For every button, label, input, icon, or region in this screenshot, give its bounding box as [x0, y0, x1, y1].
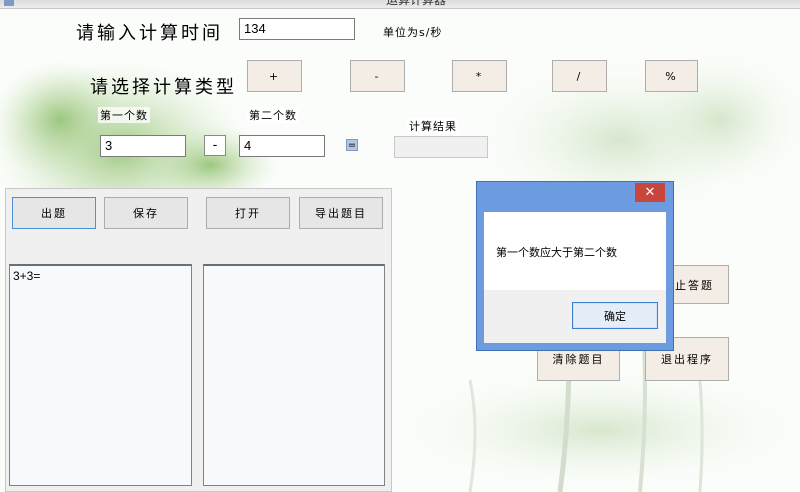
- multiply-button[interactable]: *: [452, 60, 507, 92]
- time-label: 请输入计算时间: [76, 23, 223, 44]
- divide-button[interactable]: /: [552, 60, 607, 92]
- time-input[interactable]: 134: [239, 18, 355, 40]
- title-bar[interactable]: 运算计算器: [0, 0, 800, 9]
- dialog-close-button[interactable]: ✕: [635, 183, 665, 202]
- dialog-footer: 确定: [484, 290, 666, 343]
- subtract-button[interactable]: -: [350, 60, 405, 92]
- equals-button[interactable]: =: [346, 139, 358, 151]
- close-icon: ✕: [644, 185, 656, 200]
- questions-list[interactable]: 3+3=: [9, 264, 192, 486]
- operator-display[interactable]: -: [204, 135, 226, 156]
- open-button[interactable]: 打开: [206, 197, 290, 229]
- time-unit-label: 单位为s/秒: [383, 26, 443, 39]
- export-questions-button[interactable]: 导出题目: [299, 197, 383, 229]
- save-button[interactable]: 保存: [104, 197, 188, 229]
- message-dialog: ✕ 第一个数应大于第二个数 确定: [476, 181, 674, 351]
- first-number-label: 第一个数: [98, 107, 150, 123]
- dialog-body: 第一个数应大于第二个数 确定: [484, 212, 666, 343]
- second-number-input[interactable]: 4: [239, 135, 325, 157]
- app-icon: [4, 0, 14, 6]
- result-output: [394, 136, 488, 158]
- window-title: 运算计算器: [386, 0, 447, 7]
- add-button[interactable]: +: [247, 60, 302, 92]
- generate-question-button[interactable]: 出题: [12, 197, 96, 229]
- result-label: 计算结果: [407, 118, 459, 134]
- modulo-button[interactable]: %: [645, 60, 698, 92]
- first-number-input[interactable]: 3: [100, 135, 186, 157]
- op-type-label: 请选择计算类型: [90, 77, 237, 98]
- dialog-ok-button[interactable]: 确定: [572, 302, 658, 329]
- answers-list[interactable]: [203, 264, 385, 486]
- dialog-message: 第一个数应大于第二个数: [496, 246, 617, 259]
- second-number-label: 第二个数: [247, 107, 299, 123]
- question-panel: 出题 保存 打开 导出题目 3+3=: [5, 188, 392, 492]
